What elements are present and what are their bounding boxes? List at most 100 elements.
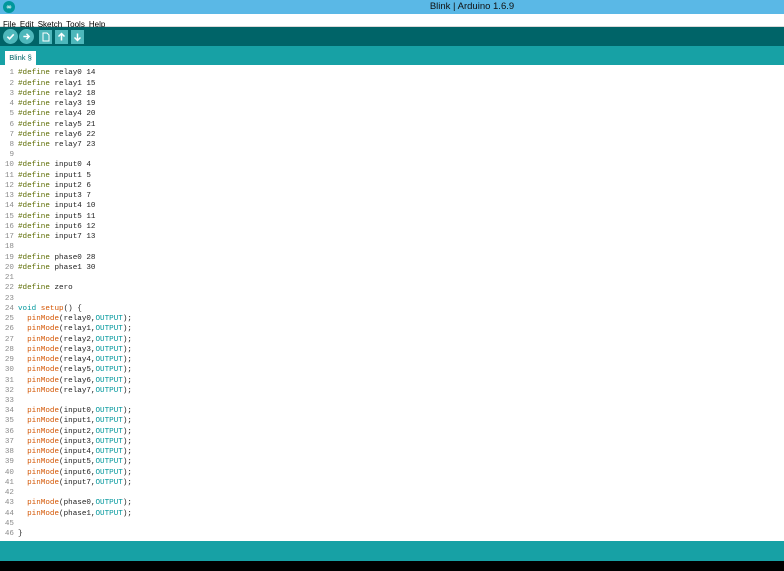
new-button[interactable]	[39, 30, 52, 44]
code-token: pinMode	[27, 478, 60, 487]
code-line[interactable]: 29 pinMode(relay4,OUTPUT);	[0, 355, 784, 365]
code-line[interactable]: 27 pinMode(relay2,OUTPUT);	[0, 335, 784, 345]
code-token: (relay2,	[59, 335, 96, 344]
code-line[interactable]: 33	[0, 396, 784, 406]
code-line[interactable]: 9	[0, 150, 784, 160]
code-editor[interactable]: 1 #define relay0 14 2 #define relay1 15 3 #de…	[0, 65, 784, 541]
code-line[interactable]: 1 #define relay0 14	[0, 68, 784, 78]
code-token: (input4,	[59, 448, 96, 457]
code-line[interactable]: 16 #define input6 12	[0, 222, 784, 232]
code-line[interactable]: 31 pinMode(relay6,OUTPUT);	[0, 376, 784, 386]
code-token: pinMode	[27, 315, 60, 324]
code-line[interactable]: 19 #define phase0 28	[0, 253, 784, 263]
title-bar: ∞ Blink | Arduino 1.6.9	[0, 0, 784, 14]
line-number: 22	[4, 284, 14, 293]
code-line[interactable]: 41 pinMode(input7,OUTPUT);	[0, 478, 784, 488]
code-line[interactable]: 10 #define input0 4	[0, 160, 784, 170]
code-line[interactable]: 8 #define relay7 23	[0, 140, 784, 150]
code-token: pinMode	[27, 407, 60, 416]
code-token: OUTPUT	[95, 315, 123, 324]
code-token: relay6 22	[49, 130, 96, 139]
code-text: #define input2 6	[18, 181, 91, 191]
code-line[interactable]: 22 #define zero	[0, 283, 784, 293]
code-token: );	[122, 407, 132, 416]
code-token: #define	[18, 110, 50, 119]
code-token: );	[122, 315, 132, 324]
verify-button[interactable]	[3, 29, 18, 44]
line-number: 45	[4, 519, 14, 528]
line-number: 34	[4, 407, 14, 416]
code-text: pinMode(relay2,OUTPUT);	[18, 335, 132, 345]
code-line[interactable]: 35 pinMode(input1,OUTPUT);	[0, 416, 784, 426]
code-token: OUTPUT	[95, 437, 123, 446]
code-line[interactable]: 28 pinMode(relay3,OUTPUT);	[0, 345, 784, 355]
code-line[interactable]: 30 pinMode(relay5,OUTPUT);	[0, 365, 784, 375]
code-token: OUTPUT	[95, 499, 123, 508]
tab-bar: Blink §	[0, 46, 784, 65]
code-line[interactable]: 46}	[0, 529, 784, 539]
code-line[interactable]: 17 #define input7 13	[0, 232, 784, 242]
code-line[interactable]: 2 #define relay1 15	[0, 79, 784, 89]
code-line[interactable]: 24 void setup() {	[0, 304, 784, 314]
code-line[interactable]: 39 pinMode(input5,OUTPUT);	[0, 457, 784, 467]
code-line[interactable]: 43 pinMode(phase0,OUTPUT);	[0, 498, 784, 508]
code-line[interactable]: 11 #define input1 5	[0, 171, 784, 181]
code-token: () {	[63, 304, 82, 313]
code-token: #define	[18, 263, 50, 272]
code-token: #define	[18, 161, 50, 170]
code-line[interactable]: 7 #define relay6 22	[0, 130, 784, 140]
code-line[interactable]: 37 pinMode(input3,OUTPUT);	[0, 437, 784, 447]
code-line[interactable]: 32 pinMode(relay7,OUTPUT);	[0, 386, 784, 396]
code-line[interactable]: 26 pinMode(relay1,OUTPUT);	[0, 324, 784, 334]
code-line[interactable]: 44 pinMode(phase1,OUTPUT);	[0, 509, 784, 519]
code-token: zero	[49, 284, 73, 293]
line-number: 3	[9, 89, 14, 98]
code-line[interactable]: 25 pinMode(relay0,OUTPUT);	[0, 314, 784, 324]
code-line[interactable]: 14 #define input4 10	[0, 201, 784, 211]
code-line[interactable]: 18	[0, 242, 784, 252]
code-line[interactable]: 40 pinMode(input6,OUTPUT);	[0, 468, 784, 478]
code-line[interactable]: 13 #define input3 7	[0, 191, 784, 201]
code-token: pinMode	[27, 448, 60, 457]
code-line[interactable]: 23	[0, 294, 784, 304]
code-line[interactable]: 21	[0, 273, 784, 283]
code-token: );	[122, 335, 132, 344]
code-line[interactable]: 12 #define input2 6	[0, 181, 784, 191]
code-text: pinMode(relay7,OUTPUT);	[18, 386, 132, 396]
code-line[interactable]: 15 #define input5 11	[0, 212, 784, 222]
save-button[interactable]	[71, 30, 84, 44]
code-line[interactable]: 42	[0, 488, 784, 498]
code-line[interactable]: 6 #define relay5 21	[0, 120, 784, 130]
code-text: pinMode(input6,OUTPUT);	[18, 468, 132, 478]
upload-button[interactable]	[19, 29, 34, 44]
line-number: 30	[4, 366, 14, 375]
code-line[interactable]: 3 #define relay2 18	[0, 89, 784, 99]
line-number: 1	[9, 69, 14, 78]
code-text: #define relay3 19	[18, 99, 95, 109]
open-button[interactable]	[55, 30, 68, 44]
tab-blink[interactable]: Blink §	[5, 51, 36, 65]
code-token: phase1 30	[49, 263, 96, 272]
code-line[interactable]: 38 pinMode(input4,OUTPUT);	[0, 447, 784, 457]
code-line[interactable]: 20 #define phase1 30	[0, 263, 784, 273]
line-number: 17	[4, 233, 14, 242]
code-line[interactable]: 5 #define relay4 20	[0, 109, 784, 119]
code-line[interactable]: 34 pinMode(input0,OUTPUT);	[0, 406, 784, 416]
line-number: 41	[4, 478, 14, 487]
new-file-icon	[42, 32, 49, 42]
code-token: relay4 20	[49, 110, 96, 119]
line-number: 31	[4, 376, 14, 385]
code-token: pinMode	[27, 458, 60, 467]
code-line[interactable]: 4 #define relay3 19	[0, 99, 784, 109]
line-number: 24	[4, 304, 14, 313]
code-token: #define	[18, 284, 50, 293]
code-token: pinMode	[27, 386, 60, 395]
code-line[interactable]: 45	[0, 519, 784, 529]
code-line[interactable]: 36 pinMode(input2,OUTPUT);	[0, 427, 784, 437]
